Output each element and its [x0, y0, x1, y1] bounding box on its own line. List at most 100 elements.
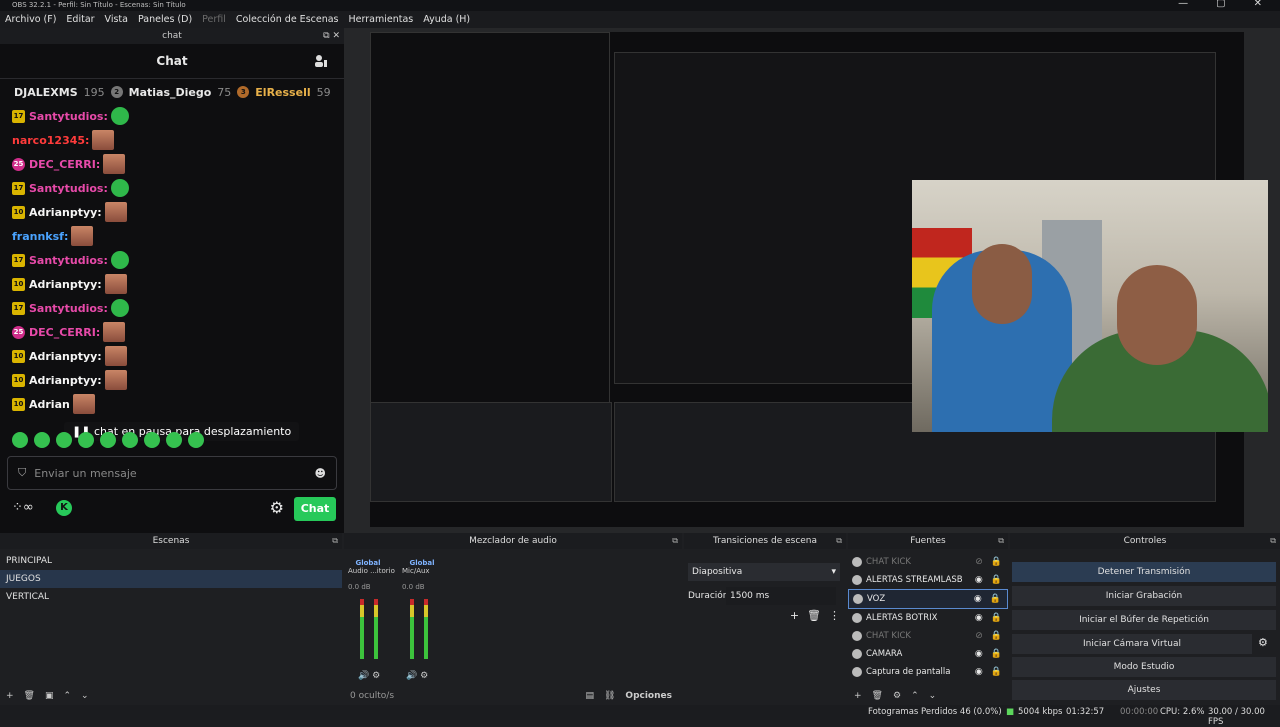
chat-input[interactable]: ⛉ Enviar un mensaje ☻: [7, 456, 337, 490]
chat-username[interactable]: DEC_CERRI:: [29, 158, 100, 171]
emote-icon[interactable]: [56, 432, 72, 448]
menu-editar[interactable]: Editar: [61, 14, 99, 25]
users-icon[interactable]: [314, 54, 328, 68]
stop-stream-button[interactable]: Detener Transmisión: [1012, 562, 1276, 582]
emoji-icon[interactable]: ☻: [315, 467, 326, 480]
mute-icon-1[interactable]: 🔊 ⚙: [358, 671, 380, 681]
source-item[interactable]: CAMARA ◉ 🔒: [848, 645, 1008, 663]
down-icon[interactable]: ⌄: [929, 691, 937, 701]
lock-icon[interactable]: 🔒: [991, 553, 1002, 571]
visibility-icon[interactable]: ⊘: [975, 553, 983, 571]
lock-icon[interactable]: 🔒: [990, 590, 1001, 608]
settings-button[interactable]: Ajustes: [1012, 680, 1276, 700]
kick-icon[interactable]: K: [56, 500, 72, 516]
source-item[interactable]: ALERTAS BOTRIX ◉ 🔒: [848, 609, 1008, 627]
chat-send-button[interactable]: Chat: [294, 497, 336, 521]
close-icon[interactable]: ✕: [1254, 0, 1262, 9]
dock-float-icon[interactable]: ⧉: [332, 533, 338, 549]
stream-time: 01:32:57: [1066, 707, 1105, 717]
chat-username[interactable]: Adrianptyy:: [29, 374, 102, 387]
settings-icon[interactable]: ⚙: [270, 498, 284, 517]
infinity-icon[interactable]: ⁘∞: [12, 500, 34, 515]
link-icon[interactable]: ⛓: [604, 691, 615, 701]
emote-icon[interactable]: [12, 432, 28, 448]
maximize-icon[interactable]: ▢: [1216, 0, 1225, 9]
scene-item-principal[interactable]: PRINCIPAL: [0, 552, 342, 570]
chat-username[interactable]: narco12345:: [12, 134, 89, 147]
lock-icon[interactable]: 🔒: [991, 609, 1002, 627]
dock-close-icon[interactable]: ⧉ ✕: [323, 28, 340, 44]
scene-item-vertical[interactable]: VERTICAL: [0, 588, 342, 606]
visibility-icon[interactable]: ◉: [975, 663, 983, 681]
menu-paneles[interactable]: Paneles (D): [133, 14, 197, 25]
menu-ayuda[interactable]: Ayuda (H): [418, 14, 475, 25]
up-icon[interactable]: ⌃: [64, 691, 72, 701]
add-icon[interactable]: +: [790, 609, 799, 622]
dock-float-icon[interactable]: ⧉: [1270, 533, 1276, 549]
visibility-icon[interactable]: ◉: [974, 590, 982, 608]
source-item[interactable]: Captura de pantalla ◉ 🔒: [848, 663, 1008, 681]
menu-archivo[interactable]: Archivo (F): [0, 14, 61, 25]
visibility-icon[interactable]: ◉: [975, 571, 983, 589]
source-item[interactable]: CHAT KICK ⊘ 🔒: [848, 627, 1008, 645]
gear-icon[interactable]: ⚙: [1258, 636, 1268, 649]
mute-icon-2[interactable]: 🔊 ⚙: [406, 671, 428, 681]
replay-buffer-button[interactable]: Iniciar el Búfer de Repetición: [1012, 610, 1276, 630]
emote-icon[interactable]: [144, 432, 160, 448]
virtual-camera-button[interactable]: Iniciar Cámara Virtual: [1012, 634, 1252, 654]
settings-icon[interactable]: ⚙: [893, 691, 901, 701]
visibility-icon[interactable]: ◉: [975, 609, 983, 627]
chat-username[interactable]: Santytudios:: [29, 254, 108, 267]
chat-username[interactable]: DEC_CERRI:: [29, 326, 100, 339]
down-icon[interactable]: ⌄: [81, 691, 89, 701]
emote-icon[interactable]: [100, 432, 116, 448]
chat-username[interactable]: Santytudios:: [29, 182, 108, 195]
chat-username[interactable]: Adrianptyy:: [29, 350, 102, 363]
emote-icon[interactable]: [34, 432, 50, 448]
chat-username[interactable]: Adrian: [29, 398, 70, 411]
dock-float-icon[interactable]: ⧉: [672, 533, 678, 549]
trash-icon[interactable]: 🗑: [24, 691, 35, 701]
emote-icon[interactable]: [166, 432, 182, 448]
chat-username[interactable]: Santytudios:: [29, 302, 108, 315]
menu-vista[interactable]: Vista: [100, 14, 133, 25]
emote-icon[interactable]: [122, 432, 138, 448]
layout-icon[interactable]: ▤: [585, 691, 594, 701]
lock-icon[interactable]: 🔒: [991, 571, 1002, 589]
dock-float-icon[interactable]: ⧉: [998, 533, 1004, 549]
source-type-icon: [852, 575, 862, 585]
emote-icon[interactable]: [188, 432, 204, 448]
lock-icon[interactable]: 🔒: [991, 627, 1002, 645]
chat-username[interactable]: Adrianptyy:: [29, 206, 102, 219]
lock-icon[interactable]: 🔒: [991, 645, 1002, 663]
source-item[interactable]: CHAT KICK ⊘ 🔒: [848, 553, 1008, 571]
studio-mode-button[interactable]: Modo Estudio: [1012, 657, 1276, 677]
trash-icon[interactable]: 🗑: [807, 609, 821, 622]
source-item[interactable]: ALERTAS STREAMLASB ◉ 🔒: [848, 571, 1008, 589]
minimize-icon[interactable]: —: [1178, 0, 1188, 9]
menu-coleccion[interactable]: Colección de Escenas: [231, 14, 344, 25]
lock-icon[interactable]: 🔒: [991, 663, 1002, 681]
options-button[interactable]: Opciones: [625, 691, 672, 701]
add-icon[interactable]: +: [854, 691, 862, 701]
transition-select[interactable]: Diapositiva ▾: [688, 563, 840, 581]
duration-input[interactable]: 1500 ms: [726, 587, 836, 605]
start-recording-button[interactable]: Iniciar Grabación: [1012, 586, 1276, 606]
source-item[interactable]: VOZ ◉ 🔒: [848, 589, 1008, 609]
up-icon[interactable]: ⌃: [911, 691, 919, 701]
chat-username[interactable]: frannksf:: [12, 230, 68, 243]
menu-perfil[interactable]: Perfil: [197, 14, 231, 25]
chat-username[interactable]: Adrianptyy:: [29, 278, 102, 291]
visibility-icon[interactable]: ◉: [975, 645, 983, 663]
scene-item-juegos[interactable]: JUEGOS: [0, 570, 342, 588]
emote-icon[interactable]: [78, 432, 94, 448]
dock-float-icon[interactable]: ⧉: [836, 533, 842, 549]
filter-icon[interactable]: ▣: [45, 691, 54, 701]
more-icon[interactable]: ⋮: [829, 609, 840, 622]
add-icon[interactable]: +: [6, 691, 14, 701]
chat-messages[interactable]: 17 Santytudios: narco12345: 25 DEC_CERRI: 17 S…: [0, 104, 344, 444]
trash-icon[interactable]: 🗑: [872, 691, 883, 701]
chat-username[interactable]: Santytudios:: [29, 110, 108, 123]
visibility-icon[interactable]: ⊘: [975, 627, 983, 645]
menu-herramientas[interactable]: Herramientas: [344, 14, 419, 25]
